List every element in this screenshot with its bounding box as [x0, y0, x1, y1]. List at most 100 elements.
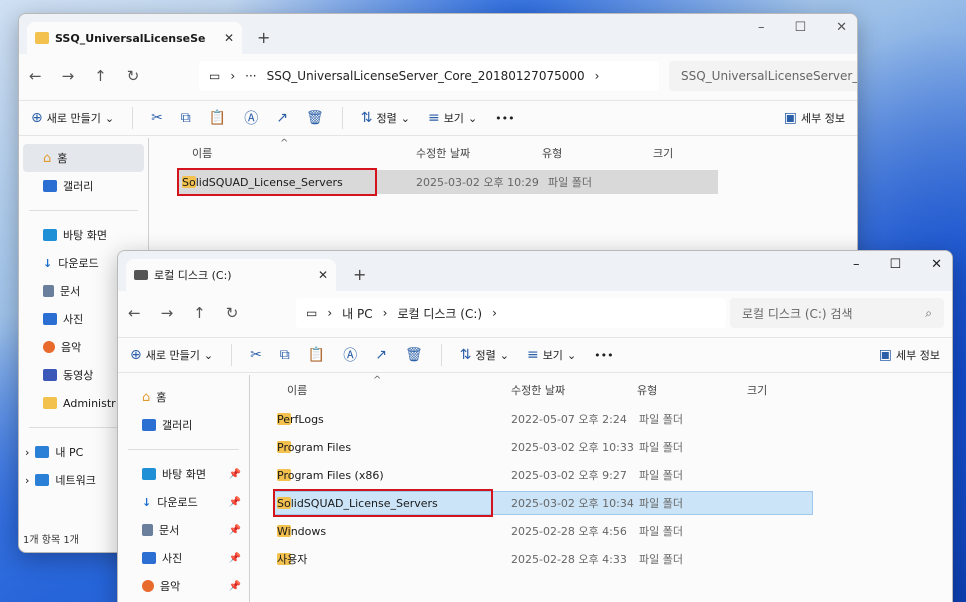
file-type: 파일 폴더 — [639, 469, 683, 482]
address-bar[interactable]: ▭ › 내 PC › 로컬 디스크 (C:) › — [296, 298, 726, 328]
refresh-icon[interactable]: ↻ — [127, 67, 140, 85]
tab-close-icon[interactable]: ✕ — [318, 268, 328, 282]
sidebar-item-downloads[interactable]: ↓ 다운로드 📌 — [118, 488, 249, 516]
details-button[interactable]: ▣ 세부 정보 — [784, 110, 845, 126]
column-header-size[interactable]: 크기 — [747, 382, 767, 398]
status-bar: 1개 항목 1개 — [23, 535, 79, 546]
tab-active[interactable]: 로컬 디스크 (C:) ✕ — [126, 259, 336, 291]
sort-button[interactable]: ⇅ 정렬 ⌄ — [361, 110, 410, 126]
file-date: 2025-03-02 오후 10:33 — [511, 441, 634, 454]
column-header-size[interactable]: 크기 — [653, 145, 673, 161]
title-bar[interactable]: 로컬 디스크 (C:) ✕ + – ☐ ✕ — [118, 251, 952, 291]
maximize-icon[interactable]: ☐ — [794, 20, 806, 35]
paste-icon[interactable]: 📋 — [209, 110, 226, 126]
column-header-date[interactable]: 수정한 날짜 — [511, 382, 565, 398]
title-bar[interactable]: SSQ_UniversalLicenseServer_( ✕ + – ☐ ✕ — [19, 14, 857, 54]
cut-icon[interactable]: ✂ — [151, 110, 163, 126]
chevron-right-icon: › — [327, 306, 333, 320]
new-tab-icon[interactable]: + — [257, 28, 270, 47]
drive-icon — [134, 270, 148, 280]
pin-icon[interactable]: 📌 — [229, 553, 241, 564]
up-icon[interactable]: ↑ — [193, 304, 206, 322]
breadcrumb-local-disk[interactable]: 로컬 디스크 (C:) — [397, 305, 482, 322]
forward-icon[interactable]: → — [62, 67, 75, 85]
path-segment[interactable]: SSQ_UniversalLicenseServer_Core_20180127… — [267, 69, 585, 83]
breadcrumb-this-pc[interactable]: 내 PC — [342, 305, 372, 322]
column-header-name[interactable]: 이름 — [287, 382, 307, 398]
pin-icon[interactable]: 📌 — [229, 469, 241, 480]
address-bar[interactable]: ▭ › ··· SSQ_UniversalLicenseServer_Core_… — [199, 61, 659, 91]
more-path-icon[interactable]: ··· — [245, 69, 256, 83]
column-header-type[interactable]: 유형 — [637, 382, 657, 398]
sidebar-item-label: 바탕 화면 — [63, 229, 107, 242]
column-header-type[interactable]: 유형 — [542, 145, 562, 161]
column-header-name[interactable]: 이름 — [192, 145, 212, 161]
share-icon[interactable]: ↗ — [276, 110, 288, 126]
sidebar-item-home[interactable]: ⌂ 홈 — [118, 383, 249, 411]
view-button[interactable]: ≡ 보기 ⌄ — [428, 110, 477, 126]
file-row-selected[interactable]: SolidSQUAD_License_Servers 2025-03-02 오후… — [273, 491, 813, 515]
sidebar-item-label: 갤러리 — [162, 419, 193, 432]
search-input[interactable]: 로컬 디스크 (C:) 검색 ⌕ — [730, 298, 944, 328]
sidebar-item-label: 음악 — [61, 341, 82, 354]
rename-icon[interactable]: Ⓐ — [343, 345, 357, 365]
home-icon: ⌂ — [142, 389, 151, 405]
forward-icon[interactable]: → — [161, 304, 174, 322]
cut-icon[interactable]: ✂ — [250, 347, 262, 363]
plus-circle-icon: ⊕ — [130, 347, 142, 363]
desktop-icon — [142, 468, 156, 480]
close-icon[interactable]: ✕ — [931, 257, 942, 272]
chevron-right-icon[interactable]: › — [25, 446, 29, 459]
back-icon[interactable]: ← — [29, 67, 42, 85]
view-icon: ≡ — [526, 347, 539, 363]
file-row[interactable]: 사용자 2025-02-28 오후 4:33 파일 폴더 — [273, 547, 813, 571]
column-header-row: 이름 ^ 수정한 날짜 유형 크기 — [251, 375, 851, 401]
path-overflow[interactable]: SSQ_UniversalLicenseServer_Co — [669, 61, 857, 91]
delete-icon[interactable]: 🗑 — [405, 347, 423, 363]
sidebar-item-music[interactable]: 음악 📌 — [118, 572, 249, 600]
sidebar-item-pictures[interactable]: 사진 📌 — [118, 544, 249, 572]
chevron-right-icon[interactable]: › — [25, 474, 29, 487]
new-button[interactable]: ⊕ 새로 만들기 ⌄ — [130, 347, 213, 363]
column-header-date[interactable]: 수정한 날짜 — [416, 145, 470, 161]
more-options-button[interactable]: ••• — [594, 349, 613, 362]
paste-icon[interactable]: 📋 — [308, 347, 325, 363]
sidebar-item-documents[interactable]: 문서 📌 — [118, 516, 249, 544]
file-row[interactable]: Program Files (x86) 2025-03-02 오후 9:27 파… — [273, 463, 813, 487]
minimize-icon[interactable]: – — [758, 20, 765, 35]
new-button[interactable]: ⊕ 새로 만들기 ⌄ — [31, 110, 114, 126]
maximize-icon[interactable]: ☐ — [889, 257, 901, 272]
pin-icon[interactable]: 📌 — [229, 525, 241, 536]
file-row[interactable]: Windows 2025-02-28 오후 4:56 파일 폴더 — [273, 519, 813, 543]
sidebar-item-desktop[interactable]: 바탕 화면 — [19, 221, 148, 249]
file-row[interactable]: Program Files 2025-03-02 오후 10:33 파일 폴더 — [273, 435, 813, 459]
details-button[interactable]: ▣ 세부 정보 — [879, 347, 940, 363]
more-options-button[interactable]: ••• — [495, 112, 514, 125]
pin-icon[interactable]: 📌 — [229, 497, 241, 508]
new-label: 새로 만들기 — [46, 112, 101, 125]
pin-icon[interactable]: 📌 — [229, 581, 241, 592]
close-icon[interactable]: ✕ — [836, 20, 847, 35]
minimize-icon[interactable]: – — [853, 257, 860, 272]
sidebar-item-desktop[interactable]: 바탕 화면 📌 — [118, 460, 249, 488]
sidebar-item-gallery[interactable]: 갤러리 — [118, 411, 249, 439]
sort-button[interactable]: ⇅ 정렬 ⌄ — [460, 347, 509, 363]
refresh-icon[interactable]: ↻ — [226, 304, 239, 322]
new-tab-icon[interactable]: + — [353, 265, 366, 284]
rename-icon[interactable]: Ⓐ — [244, 108, 258, 128]
share-icon[interactable]: ↗ — [375, 347, 387, 363]
file-row[interactable]: PerfLogs 2022-05-07 오후 2:24 파일 폴더 — [273, 407, 813, 431]
back-icon[interactable]: ← — [128, 304, 141, 322]
view-button[interactable]: ≡ 보기 ⌄ — [527, 347, 576, 363]
file-date: 2025-02-28 오후 4:56 — [511, 525, 627, 538]
tab-active[interactable]: SSQ_UniversalLicenseServer_( ✕ — [27, 22, 242, 54]
sidebar-item-home[interactable]: ⌂ 홈 — [23, 144, 144, 172]
delete-icon[interactable]: 🗑 — [306, 110, 324, 126]
copy-icon[interactable]: ⧉ — [181, 110, 191, 126]
copy-icon[interactable]: ⧉ — [280, 347, 290, 363]
up-icon[interactable]: ↑ — [94, 67, 107, 85]
tab-close-icon[interactable]: ✕ — [224, 31, 234, 45]
chevron-right-icon: › — [230, 69, 236, 83]
file-row[interactable]: SolidSQUAD_License_Servers 2025-03-02 오후… — [178, 170, 718, 194]
sidebar-item-gallery[interactable]: 갤러리 — [19, 172, 148, 200]
